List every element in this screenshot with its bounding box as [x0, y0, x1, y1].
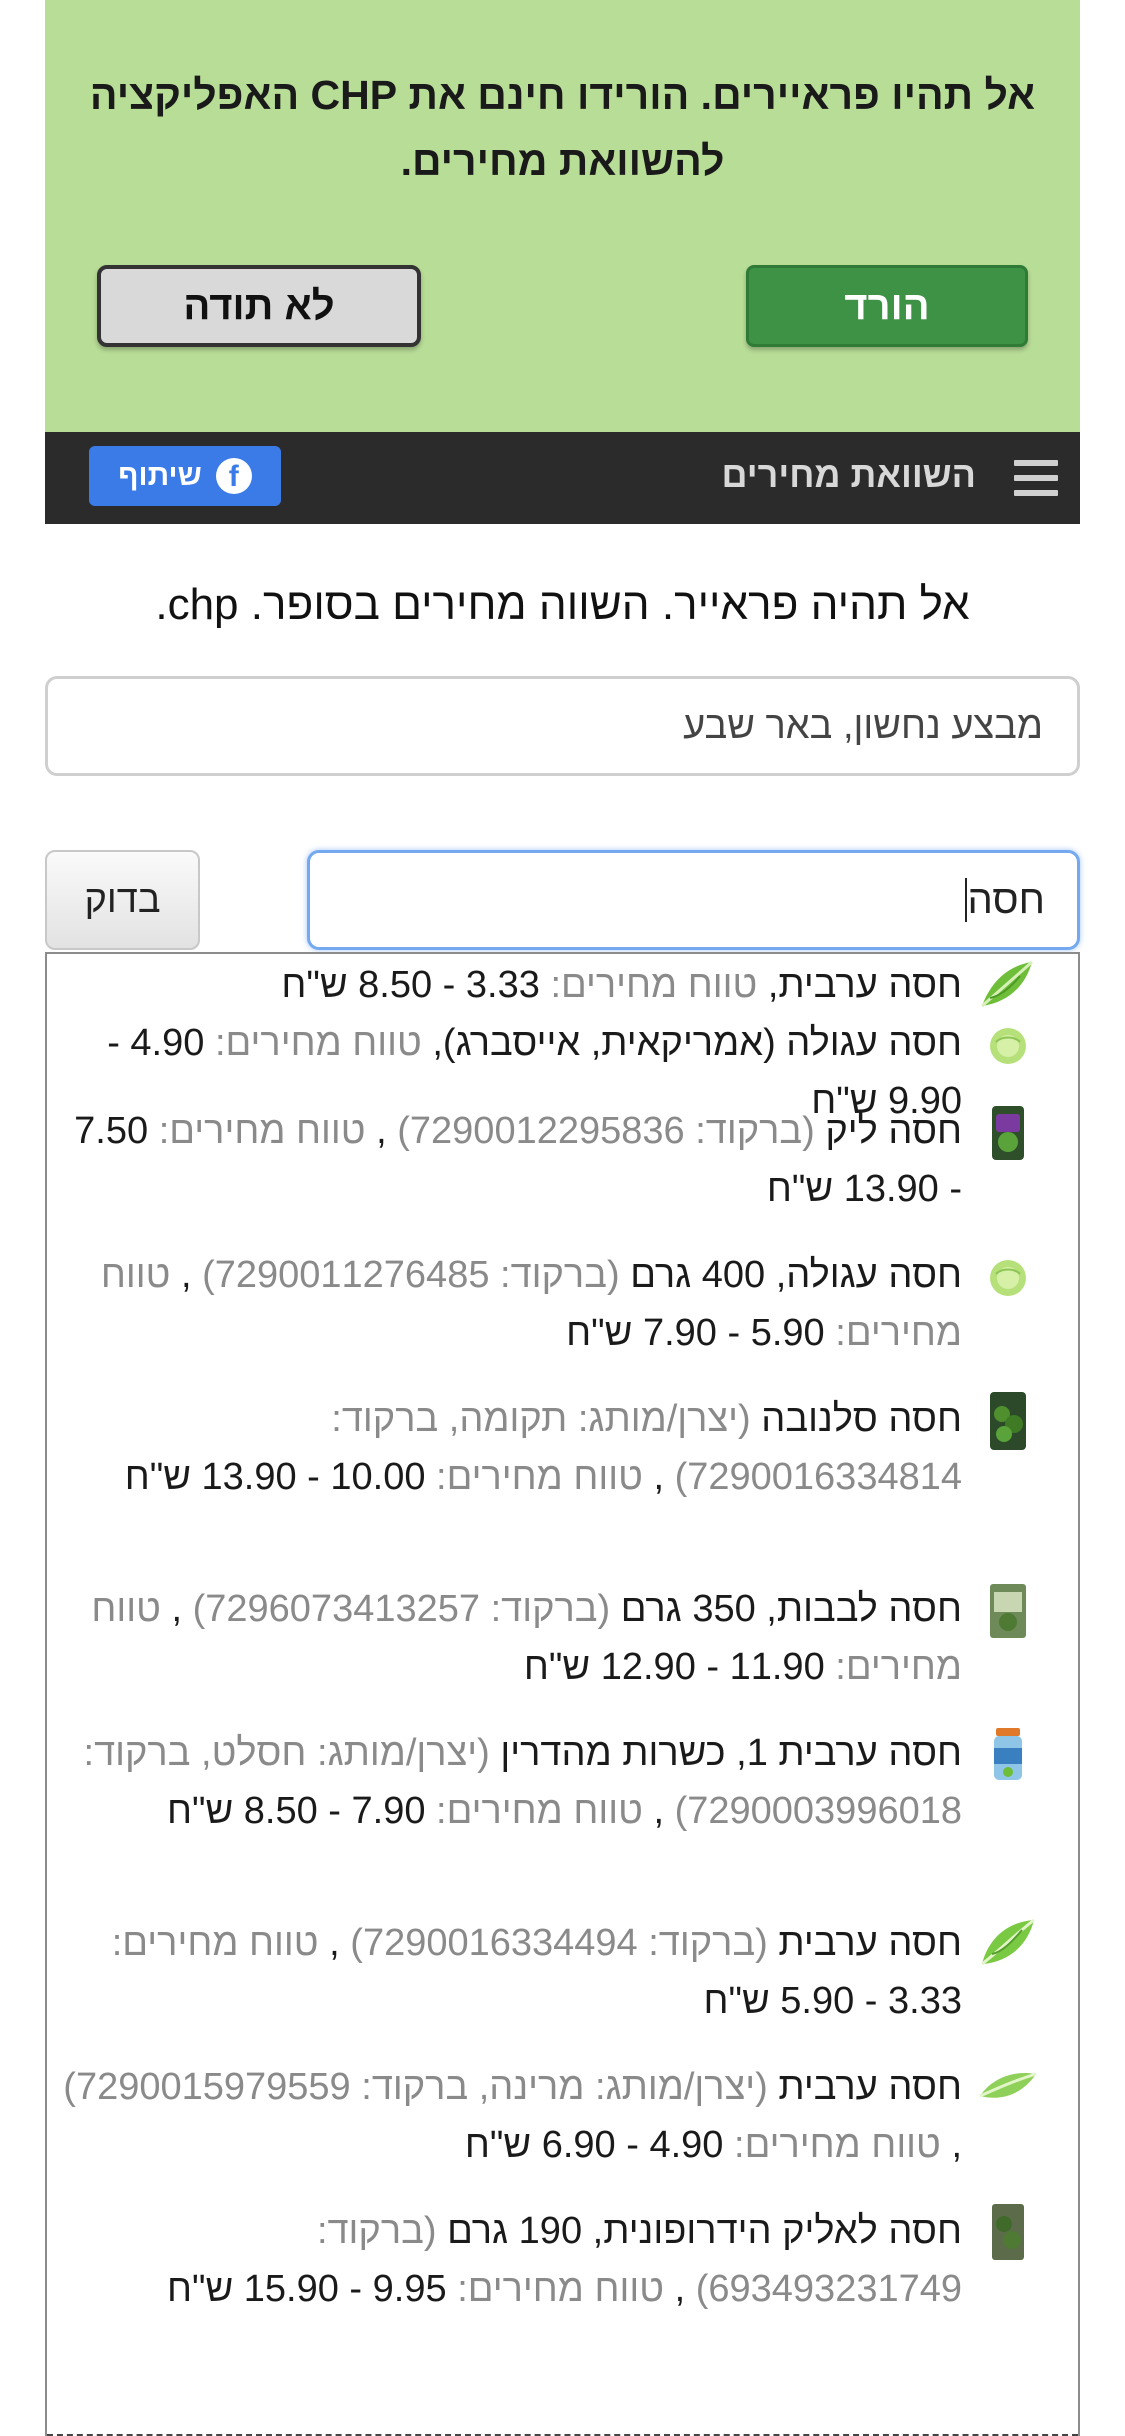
lettuce-jar-icon	[976, 1722, 1040, 1786]
decline-button[interactable]: לא תודה	[97, 265, 421, 347]
text-caret	[965, 878, 968, 922]
store-location-value: מבצע נחשון, באר שבע	[683, 704, 1043, 747]
facebook-icon: f	[215, 458, 252, 494]
suggestion-item[interactable]: חסה לאליק הידרופונית, 190 גרם (ברקוד: 69…	[61, 2202, 1040, 2318]
suggestion-item[interactable]: חסה סלנובה (יצרן/מותג: תקומה, ברקוד: 729…	[61, 1390, 1040, 1506]
romaine-lettuce-icon	[976, 954, 1040, 1018]
suggestion-item[interactable]: חסה עגולה, 400 גרם (ברקוד: 7290011276485…	[61, 1246, 1040, 1362]
suggestion-item[interactable]: חסה לבבות, 350 גרם (ברקוד: 7296073413257…	[61, 1580, 1040, 1696]
app-promo-banner: אל תהיו פראיירים. הורידו חינם את CHP האפ…	[45, 0, 1080, 432]
suggestion-item[interactable]: חסה ערבית 1, כשרות מהדרין (יצרן/מותג: חס…	[61, 1724, 1040, 1840]
hamburger-menu-icon[interactable]	[1014, 460, 1058, 496]
suggestion-item[interactable]: חסה ערבית (ברקוד: 7290016334494) , טווח …	[61, 1914, 1040, 2030]
page-headline: אל תהיה פראייר. השווה מחירים בסופר. chp.	[155, 580, 970, 629]
download-button[interactable]: הורד	[746, 265, 1028, 347]
promo-text: אל תהיו פראיירים. הורידו חינם את CHP האפ…	[89, 72, 1036, 184]
lettuce-pack-icon	[976, 1578, 1040, 1642]
iceberg-lettuce-icon	[976, 1012, 1040, 1076]
page-frame: אל תהיו פראיירים. הורידו חינם את CHP האפ…	[45, 0, 1080, 2436]
product-search-input[interactable]: חסה	[307, 850, 1080, 950]
lettuce-bag-icon	[976, 1388, 1040, 1452]
suggestion-item[interactable]: חסה ערבית (יצרן/מותג: מרינה, ברקוד: 7290…	[61, 2058, 1040, 2174]
facebook-share-button[interactable]: f שיתוף	[89, 446, 281, 506]
check-button[interactable]: בדוק	[45, 850, 200, 950]
romaine-lettuce-icon	[976, 2056, 1040, 2120]
lettuce-bag-icon	[976, 1100, 1040, 1164]
nav-title: השוואת מחירים	[721, 454, 976, 495]
romaine-lettuce-icon	[976, 1912, 1040, 1976]
autocomplete-suggestions: חסה ערבית, טווח מחירים: 3.33 - 8.50 ש"ח …	[45, 952, 1080, 2436]
search-query-text: חסה	[967, 877, 1045, 922]
top-navbar: השוואת מחירים f שיתוף	[45, 432, 1080, 524]
lettuce-pack-icon	[976, 2200, 1040, 2264]
share-label: שיתוף	[118, 459, 202, 492]
iceberg-lettuce-icon	[976, 1244, 1040, 1308]
store-location-field[interactable]: מבצע נחשון, באר שבע	[45, 676, 1080, 776]
suggestion-item[interactable]: חסה ערבית, טווח מחירים: 3.33 - 8.50 ש"ח	[61, 956, 1040, 1018]
suggestion-item[interactable]: חסה ליק (ברקוד: 7290012295836) , טווח מח…	[61, 1102, 1040, 1218]
